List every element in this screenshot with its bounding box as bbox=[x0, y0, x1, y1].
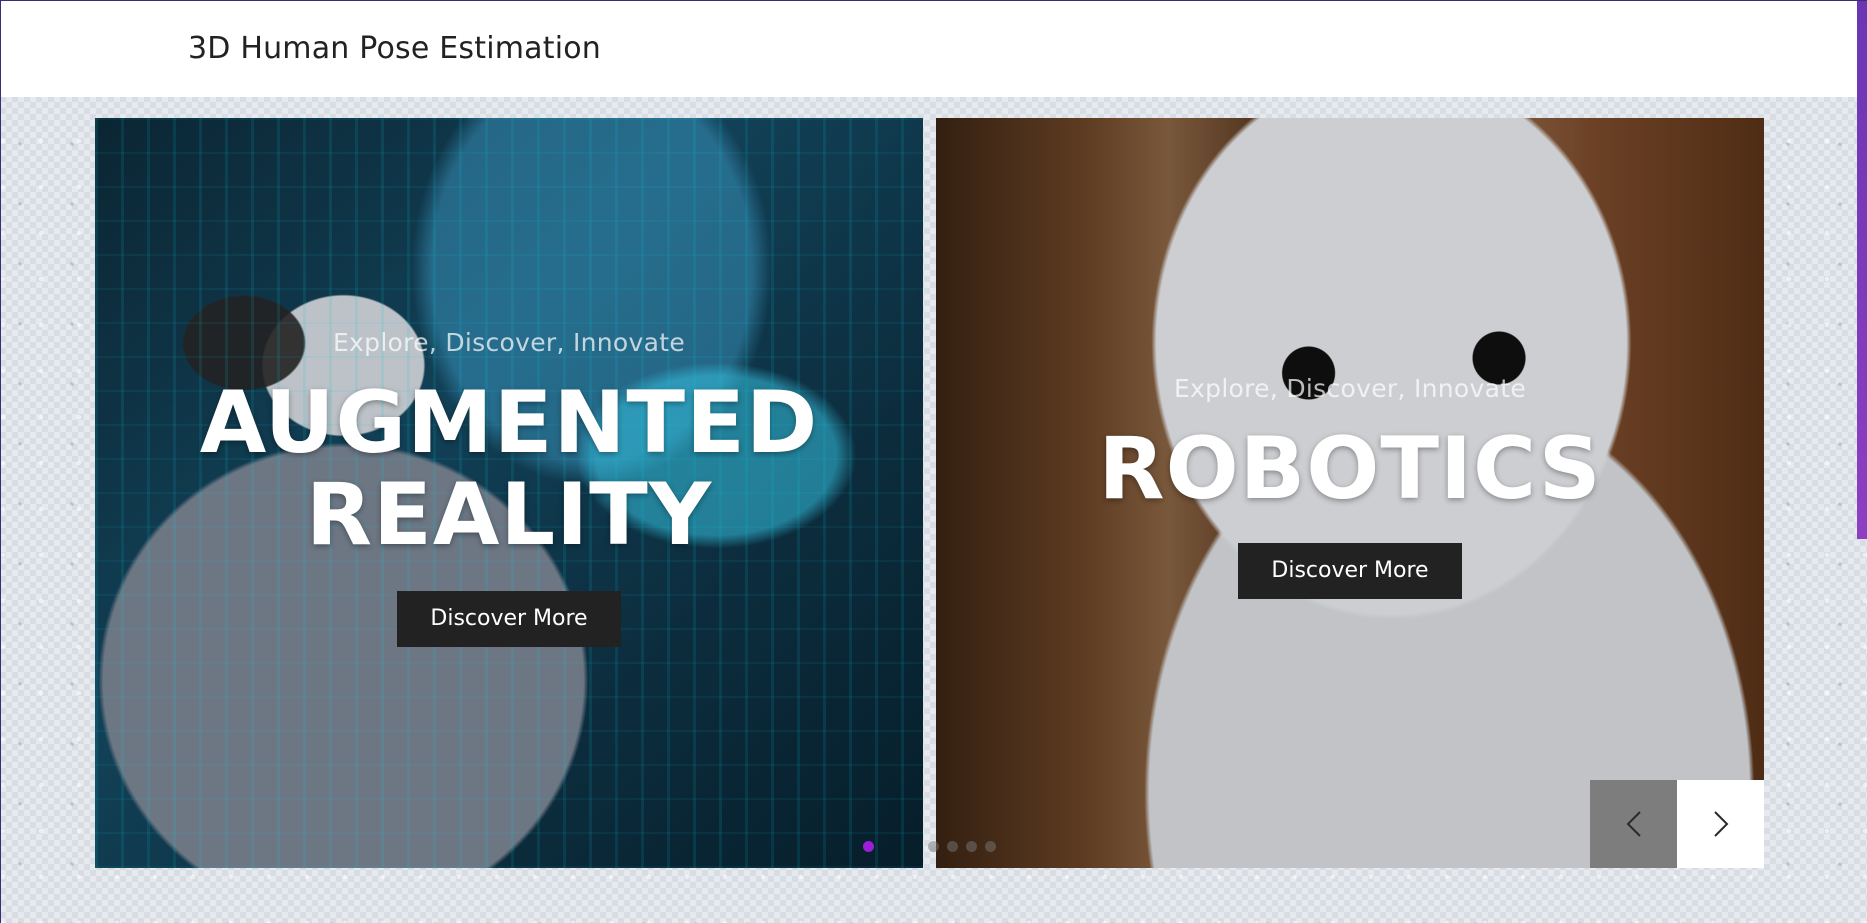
headline-line: ROBOTICS bbox=[1098, 419, 1602, 519]
slide-content: Explore, Discover, Innovate ROBOTICS Dis… bbox=[936, 374, 1764, 599]
scroll-accent-bar[interactable] bbox=[1857, 1, 1867, 539]
carousel-dot[interactable] bbox=[863, 841, 874, 852]
chevron-left-icon bbox=[1626, 811, 1641, 837]
slide-headline: AUGMENTED REALITY bbox=[95, 377, 923, 561]
carousel-dot[interactable] bbox=[985, 841, 996, 852]
site-title[interactable]: 3D Human Pose Estimation bbox=[188, 31, 601, 66]
carousel-dot[interactable] bbox=[947, 841, 958, 852]
carousel-dots bbox=[863, 841, 996, 852]
carousel-dot[interactable] bbox=[928, 841, 939, 852]
discover-more-button[interactable]: Discover More bbox=[1238, 543, 1462, 599]
slide-headline: ROBOTICS bbox=[936, 423, 1764, 515]
headline-line: REALITY bbox=[305, 465, 713, 565]
discover-more-button[interactable]: Discover More bbox=[397, 591, 621, 647]
slide-robotics: Explore, Discover, Innovate ROBOTICS Dis… bbox=[936, 118, 1764, 868]
slide-augmented-reality: Explore, Discover, Innovate AUGMENTED RE… bbox=[95, 118, 923, 868]
carousel-next-button[interactable] bbox=[1677, 780, 1764, 868]
site-header: 3D Human Pose Estimation bbox=[1, 1, 1858, 97]
chevron-right-icon bbox=[1713, 811, 1728, 837]
slide-tagline: Explore, Discover, Innovate bbox=[332, 328, 686, 357]
slide-content: Explore, Discover, Innovate AUGMENTED RE… bbox=[95, 328, 923, 647]
carousel-dot[interactable] bbox=[966, 841, 977, 852]
slide-tagline: Explore, Discover, Innovate bbox=[1173, 374, 1527, 403]
carousel-prev-button[interactable] bbox=[1590, 780, 1677, 868]
headline-line: AUGMENTED bbox=[199, 373, 819, 473]
